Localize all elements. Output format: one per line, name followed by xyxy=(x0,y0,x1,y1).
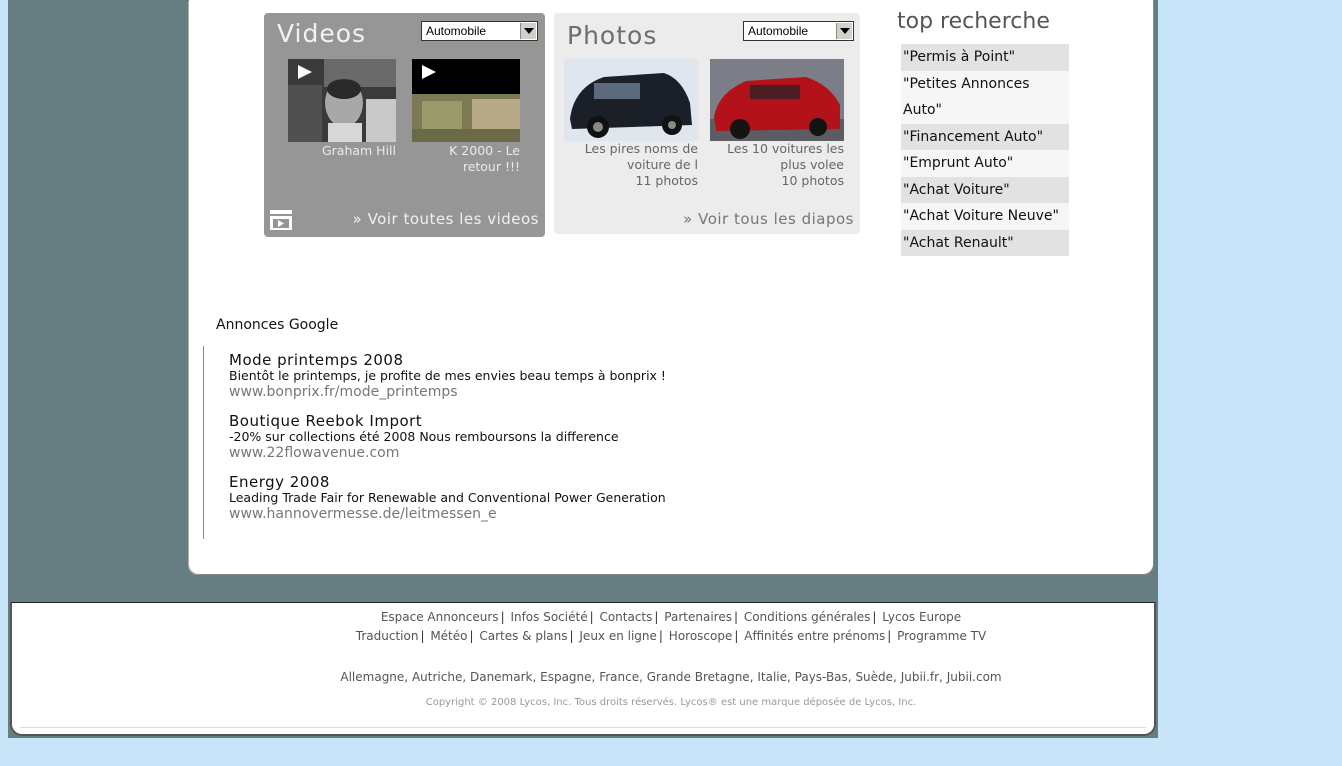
videos-category-value: Automobile xyxy=(426,24,487,38)
footer-countries: Allemagne, Autriche, Danemark, Espagne, … xyxy=(340,670,1002,684)
ad-title-link[interactable]: Mode printemps 2008 xyxy=(229,352,666,368)
photos-title: Photos xyxy=(567,21,658,50)
video-thumb-k2000[interactable] xyxy=(412,59,520,142)
video-caption-1[interactable]: Graham Hill xyxy=(288,143,396,159)
country-link[interactable]: Autriche xyxy=(412,670,462,684)
chevron-down-icon xyxy=(836,23,852,39)
videos-category-select[interactable]: Automobile xyxy=(421,21,538,41)
footer-links-row-1: Espace Annonceurs | Infos Société | Contac… xyxy=(380,610,962,624)
photo-caption-2-count: 10 photos xyxy=(781,173,844,188)
footer-link[interactable]: Infos Société xyxy=(510,610,587,624)
footer-link[interactable]: Horoscope xyxy=(669,629,733,643)
footer-link[interactable]: Espace Annonceurs xyxy=(381,610,499,624)
footer-copyright: Copyright © 2008 Lycos, Inc. Tous droits… xyxy=(425,697,917,708)
country-link[interactable]: Pays-Bas xyxy=(795,670,848,684)
photo-thumb-black-car[interactable] xyxy=(564,59,698,141)
photo-caption-1[interactable]: Les pires noms de voiture de l 11 photos xyxy=(560,141,698,189)
photo-thumb-red-car[interactable] xyxy=(710,59,844,141)
top-recherche-item[interactable]: "Achat Renault" xyxy=(901,229,1069,256)
country-link[interactable]: Jubii.com xyxy=(947,670,1002,684)
photos-category-select[interactable]: Automobile xyxy=(743,21,854,41)
country-link[interactable]: Grande Bretagne xyxy=(647,670,750,684)
top-recherche-item[interactable]: "Achat Voiture Neuve" xyxy=(901,203,1069,230)
footer-link[interactable]: Cartes & plans xyxy=(479,629,567,643)
videos-title: Videos xyxy=(277,19,367,48)
top-recherche-item[interactable]: "Achat Voiture" xyxy=(901,176,1069,203)
ad-description: Bientôt le printemps, je profite de mes … xyxy=(229,368,666,383)
footer-link[interactable]: Traduction xyxy=(356,629,419,643)
ads-divider xyxy=(203,346,204,539)
top-recherche-item[interactable]: "Permis à Point" xyxy=(901,44,1069,71)
photo-thumb-image xyxy=(710,59,844,141)
photos-category-value: Automobile xyxy=(748,24,809,38)
footer-link[interactable]: Affinités entre prénoms xyxy=(744,629,885,643)
see-all-videos-link[interactable]: » Voir toutes les videos xyxy=(353,210,539,228)
photo-caption-1-title: Les pires noms de voiture de l xyxy=(584,141,698,172)
footer-divider xyxy=(20,727,1146,728)
ad-url-link[interactable]: www.22flowavenue.com xyxy=(229,444,619,462)
chevron-down-icon xyxy=(520,23,536,39)
photo-caption-2[interactable]: Les 10 voitures les plus volee 10 photos xyxy=(710,141,844,189)
ad-title-link[interactable]: Boutique Reebok Import xyxy=(229,413,619,429)
footer-link[interactable]: Jeux en ligne xyxy=(579,629,657,643)
play-icon xyxy=(298,65,312,79)
top-recherche-title: top recherche xyxy=(897,9,1050,34)
country-link[interactable]: Allemagne xyxy=(340,670,404,684)
country-link[interactable]: Danemark xyxy=(470,670,533,684)
footer-links-row-2: Traduction | Météo | Cartes & plans | Jeux … xyxy=(355,629,987,643)
top-recherche-item[interactable]: "Emprunt Auto" xyxy=(901,150,1069,177)
ad-url-link[interactable]: www.hannovermesse.de/leitmessen_e xyxy=(229,505,666,523)
photo-thumb-image xyxy=(564,59,698,141)
photo-caption-2-title: Les 10 voitures les plus volee xyxy=(727,141,844,172)
ad-item: Energy 2008 Leading Trade Fair for Renew… xyxy=(229,474,666,523)
country-link[interactable]: France xyxy=(599,670,639,684)
footer-link[interactable]: Programme TV xyxy=(897,629,986,643)
ad-url-link[interactable]: www.bonprix.fr/mode_printemps xyxy=(229,383,666,401)
ad-description: Leading Trade Fair for Renewable and Con… xyxy=(229,490,666,505)
footer-link[interactable]: Conditions générales xyxy=(744,610,871,624)
see-all-photos-link[interactable]: » Voir tous les diapos xyxy=(683,210,854,228)
video-caption-2[interactable]: K 2000 - Le retour !!! xyxy=(424,143,520,175)
video-thumb-graham-hill[interactable] xyxy=(288,59,396,142)
country-link[interactable]: Espagne xyxy=(540,670,591,684)
ad-item: Boutique Reebok Import -20% sur collecti… xyxy=(229,413,619,462)
ads-title: Annonces Google xyxy=(216,317,339,333)
top-recherche-list: "Permis à Point" "Petites Annonces Auto"… xyxy=(901,44,1069,256)
play-icon xyxy=(422,65,436,79)
footer-link[interactable]: Météo xyxy=(430,629,467,643)
top-recherche-item[interactable]: "Petites Annonces Auto" xyxy=(901,70,1069,124)
footer-link[interactable]: Lycos Europe xyxy=(882,610,961,624)
photo-caption-1-count: 11 photos xyxy=(635,173,698,188)
country-link[interactable]: Suède xyxy=(855,670,893,684)
photos-widget: Photos Automobile Les pires noms de voit… xyxy=(554,13,860,234)
ad-description: -20% sur collections été 2008 Nous rembo… xyxy=(229,429,619,444)
ad-item: Mode printemps 2008 Bientôt le printemps… xyxy=(229,352,666,401)
footer-link[interactable]: Partenaires xyxy=(664,610,732,624)
videos-widget: Videos Automobile Graham Hill K 2000 - L… xyxy=(264,13,545,237)
ad-title-link[interactable]: Energy 2008 xyxy=(229,474,666,490)
video-logo-icon xyxy=(270,210,292,230)
country-link[interactable]: Jubii.fr xyxy=(901,670,939,684)
country-link[interactable]: Italie xyxy=(757,670,787,684)
footer-link[interactable]: Contacts xyxy=(599,610,652,624)
top-recherche-item[interactable]: "Financement Auto" xyxy=(901,123,1069,150)
